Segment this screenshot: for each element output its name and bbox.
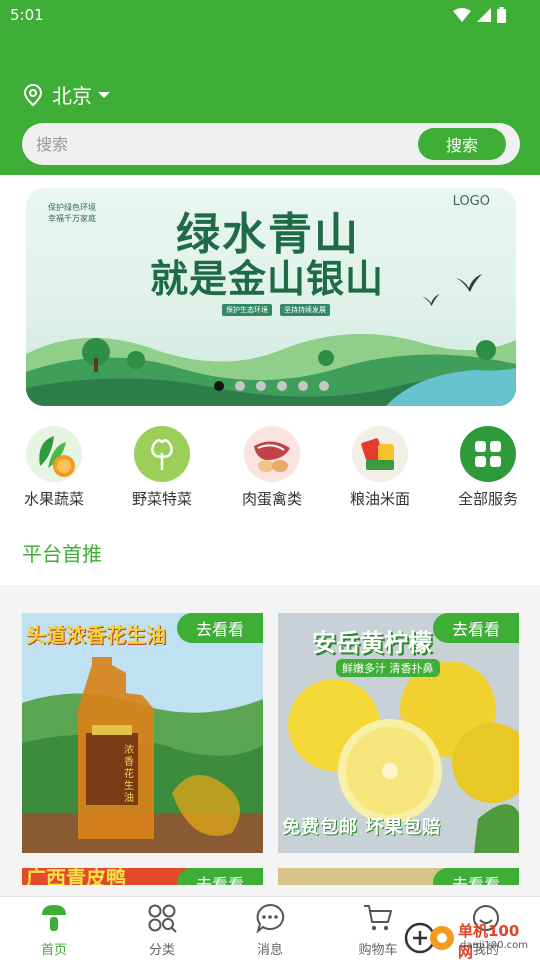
message-icon [256,903,285,934]
carousel-dot[interactable] [214,381,224,391]
banner-landscape [26,333,516,406]
fruit-vegetable-icon [26,426,82,482]
product-promo: 免费包邮 坏果包赔 [282,817,442,838]
carousel-dot[interactable] [319,381,329,391]
tab-label: 分类 [148,943,175,958]
product-card[interactable]: 广西青皮鸭 去看看 [22,868,263,885]
watermark-logo-icon [404,922,454,954]
battery-icon [497,7,506,23]
section-title: 平台首推 [22,542,102,566]
tab-label: 首页 [40,943,67,958]
category-meat-egg[interactable]: 肉蛋禽类 [222,426,322,509]
tab-home[interactable]: 首页 [14,903,94,958]
status-bar: 5:01 [0,0,540,32]
home-icon [42,905,66,931]
category-wild-vegetable[interactable]: 野菜特菜 [112,426,212,509]
carousel-dot[interactable] [298,381,308,391]
view-product-button[interactable]: 去看看 [177,613,263,643]
category-label: 水果蔬菜 [23,490,84,508]
chevron-down-icon [98,91,110,98]
product-tagline: 鲜嫩多汁 清香扑鼻 [336,659,440,677]
search-bar: 搜索 [22,123,520,165]
location-city: 北京 [52,84,92,108]
signal-icon [477,8,491,22]
carousel-dot[interactable] [277,381,287,391]
category-icon [148,904,177,933]
product-headline: 头道浓香花生油 [26,623,166,647]
header: 5:01 北京 搜索 [0,0,540,175]
product-headline: 安岳黄柠檬 [312,629,432,657]
category-all-services[interactable]: 全部服务 [438,426,538,509]
tab-message[interactable]: 消息 [230,903,310,958]
watermark-url: danji100.com [460,940,528,951]
category-label: 全部服务 [457,490,518,508]
product-image [22,613,263,853]
wild-vegetable-icon [134,426,190,482]
wifi-icon [453,8,471,22]
cart-icon [364,905,392,931]
carousel-indicator [214,381,329,391]
meat-egg-icon [244,426,300,482]
bird-icon [456,274,482,292]
category-label: 肉蛋禽类 [241,490,302,508]
all-services-icon [460,426,516,482]
status-icons [453,7,506,23]
search-button[interactable]: 搜索 [418,128,506,160]
category-label: 粮油米面 [349,490,410,508]
view-product-button[interactable]: 去看看 [433,613,519,643]
category-fruit-vegetable[interactable]: 水果蔬菜 [4,426,104,509]
location-pin-icon [23,83,43,106]
product-grid: 头道浓香花生油 浓香花生油 去看看 安岳黄柠檬 鲜嫩多汁 清香扑鼻 免费包邮 坏… [0,587,540,885]
banner-carousel[interactable]: 保护绿色环境 幸福千万家庭 LOGO 绿水青山 就是金山银山 保护生态环境 坚持… [26,188,516,406]
status-time: 5:01 [10,6,44,24]
product-card[interactable]: 安岳黄柠檬 鲜嫩多汁 清香扑鼻 免费包邮 坏果包赔 去看看 [278,613,519,853]
product-card[interactable]: 头道浓香花生油 浓香花生油 去看看 [22,613,263,853]
carousel-dot[interactable] [256,381,266,391]
product-label-text: 浓香花生油 [124,745,134,804]
category-grid: 水果蔬菜 野菜特菜 肉蛋禽类 粮油米面 全部服务 [0,426,540,516]
grain-oil-icon [352,426,408,482]
banner-logo: LOGO [452,194,490,209]
carousel-dot[interactable] [235,381,245,391]
location-selector[interactable]: 北京 [22,80,110,109]
category-grain-oil[interactable]: 粮油米面 [330,426,430,509]
tab-category[interactable]: 分类 [122,903,202,958]
view-product-button[interactable]: 去看看 [177,868,263,885]
view-product-button[interactable]: 去看看 [433,868,519,885]
banner-title-line2: 就是金山银山 [150,256,385,301]
banner-small-text: 保护绿色环境 幸福千万家庭 [48,203,96,223]
category-label: 野菜特菜 [131,490,192,508]
bird-icon [422,294,440,306]
tab-label: 消息 [256,943,283,958]
product-card[interactable]: 去看看 [278,868,519,885]
site-watermark: 单机100网 danji100.com [404,918,534,960]
product-headline: 广西青皮鸭 [26,868,126,885]
search-input[interactable] [36,123,396,165]
